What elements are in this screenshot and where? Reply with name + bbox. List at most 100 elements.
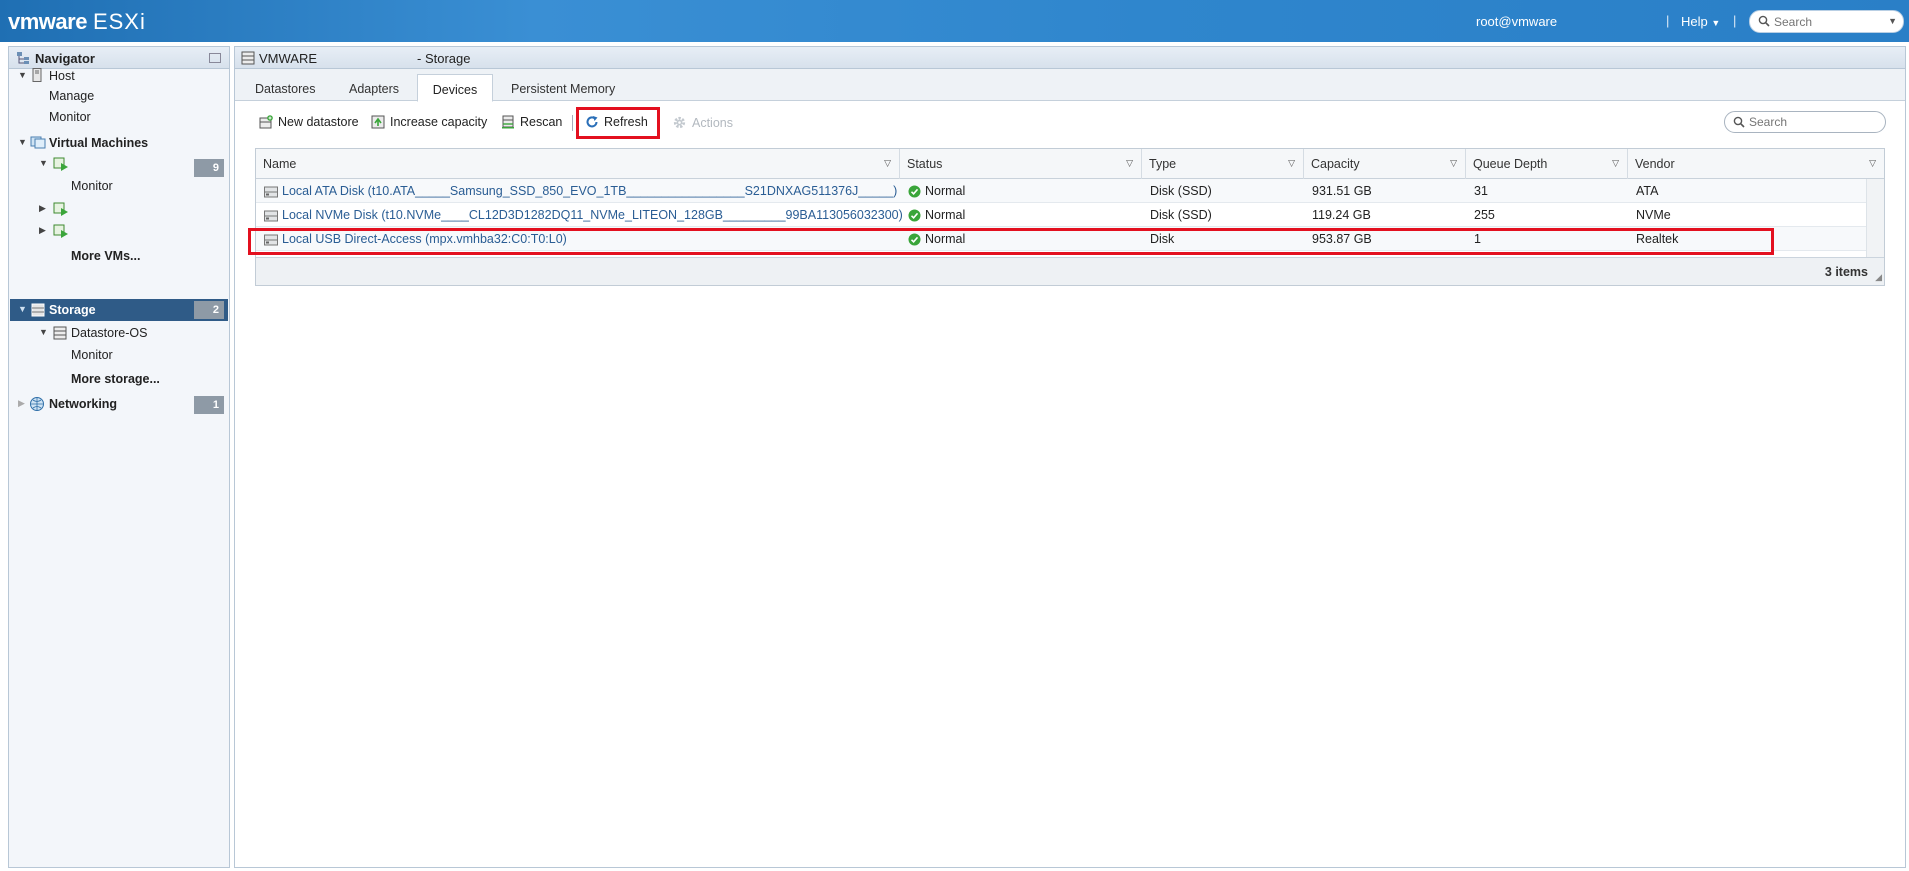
collapsed-triangle-icon[interactable]: ▶ [18,398,25,409]
nav-vm-item[interactable]: ▶ [9,220,229,242]
devices-table: Name ▽ Status ▽ Type ▽ Capacity ▽ Queue Dept… [255,148,1885,286]
vm-powered-on-icon [53,157,68,171]
new-datastore-button[interactable]: New datastore [259,115,359,129]
column-header-status[interactable]: Status ▽ [900,149,1142,179]
rescan-button[interactable]: Rescan [501,115,562,129]
page-title: - Storage [417,51,471,66]
table-search-input[interactable] [1747,114,1877,130]
tab-devices[interactable]: Devices [417,74,493,102]
expand-triangle-icon[interactable]: ▼ [18,304,27,314]
separator: | [1666,13,1670,28]
device-status: Normal [908,184,965,198]
networking-count-badge: 1 [194,396,224,414]
vms-icon [30,136,46,149]
disk-icon [264,186,278,198]
device-name[interactable]: Local NVMe Disk (t10.NVMe____CL12D3D1282… [264,208,903,222]
actions-button[interactable]: Actions [672,115,733,130]
disk-icon [264,210,278,222]
table-footer: 3 items ◢ [256,257,1884,285]
rescan-icon [502,115,514,129]
toolbar-separator [572,115,573,131]
chevron-down-icon[interactable]: ▽ [1612,158,1619,169]
nav-virtual-machines[interactable]: ▼ Virtual Machines [9,132,229,154]
search-icon [1733,116,1745,128]
device-vendor: ATA [1636,184,1659,198]
refresh-highlight-box [576,107,660,139]
vertical-scrollbar[interactable] [1866,179,1884,257]
new-datastore-icon [259,115,273,129]
table-row[interactable]: Local ATA Disk (t10.ATA_____Samsung_SSD_… [256,179,1866,203]
column-header-name[interactable]: Name ▽ [256,149,900,179]
column-header-capacity[interactable]: Capacity ▽ [1304,149,1466,179]
increase-capacity-icon [371,115,385,129]
device-vendor: NVMe [1636,208,1671,222]
datastore-icon [53,326,67,340]
vm-powered-on-icon [53,224,68,238]
gear-icon [673,116,686,129]
toolbar: New datastore Increase capacity Rescan R… [235,103,1905,139]
device-type: Disk (SSD) [1150,184,1212,198]
expand-triangle-icon[interactable]: ▶ [39,225,46,236]
chevron-down-icon[interactable]: ▽ [1450,158,1457,169]
chevron-down-icon[interactable]: ▽ [1126,158,1133,169]
main-header: VMWARE - Storage [235,47,1905,69]
storage-icon [241,51,255,65]
search-icon [1758,15,1770,27]
help-menu[interactable]: Help ▼ [1681,14,1720,29]
table-row[interactable]: Local NVMe Disk (t10.NVMe____CL12D3D1282… [256,203,1866,227]
nav-vm-item[interactable]: ▶ [9,198,229,220]
chevron-down-icon[interactable]: ▽ [1869,158,1876,169]
table-header: Name ▽ Status ▽ Type ▽ Capacity ▽ Queue Dept… [256,149,1884,179]
chevron-down-icon[interactable]: ▽ [884,158,891,169]
global-search-input[interactable] [1772,13,1882,30]
vmware-logo: vmware ESXi [8,9,146,34]
device-queue-depth: 31 [1474,184,1488,198]
storage-icon [31,303,45,317]
chevron-down-icon[interactable]: ▽ [1288,158,1295,169]
expand-triangle-icon[interactable]: ▼ [39,327,48,337]
column-header-queue-depth[interactable]: Queue Depth ▽ [1466,149,1628,179]
networking-icon [30,397,44,411]
global-search[interactable]: ▼ [1749,10,1904,33]
column-header-type[interactable]: Type ▽ [1142,149,1304,179]
device-type: Disk (SSD) [1150,208,1212,222]
status-normal-icon [908,185,921,198]
caret-down-icon: ▼ [1711,18,1721,28]
main-panel: VMWARE - Storage Datastores Adapters Dev… [234,46,1906,868]
host-name: VMWARE [259,51,318,66]
expand-triangle-icon[interactable]: ▼ [18,70,27,80]
nav-host[interactable]: ▼ Host [9,65,229,87]
device-name[interactable]: Local ATA Disk (t10.ATA_____Samsung_SSD_… [264,184,897,198]
increase-capacity-button[interactable]: Increase capacity [371,115,487,129]
vm-powered-on-icon [53,202,68,216]
device-queue-depth: 255 [1474,208,1495,222]
collapse-navigator-icon[interactable] [209,53,221,63]
separator: | [1733,13,1737,28]
expand-triangle-icon[interactable]: ▼ [39,158,48,168]
expand-triangle-icon[interactable]: ▼ [18,137,27,147]
storage-count-badge: 2 [194,301,224,319]
device-capacity: 119.24 GB [1312,208,1371,222]
navigator-icon [17,52,29,64]
status-normal-icon [908,209,921,222]
expand-triangle-icon[interactable]: ▶ [39,203,46,214]
table-search[interactable] [1724,111,1886,133]
item-count: 3 items [1824,265,1868,279]
column-header-vendor[interactable]: Vendor ▽ [1628,149,1884,179]
nav-vm-item[interactable]: ▼ [9,153,229,175]
tab-persistent-memory[interactable]: Persistent Memory [511,77,615,101]
navigator-panel: Navigator ▼ Host Manage Monitor ▼ Virtua… [8,46,230,868]
tab-adapters[interactable]: Adapters [349,77,399,101]
caret-down-icon[interactable]: ▼ [1888,16,1897,26]
device-capacity: 931.51 GB [1312,184,1372,198]
host-icon [32,68,42,82]
usb-row-highlight-box [248,228,1774,255]
resize-handle-icon[interactable]: ◢ [1875,272,1882,283]
user-menu[interactable]: root@vmware [1476,14,1557,29]
tab-datastores[interactable]: Datastores [255,77,315,101]
navigator-title: Navigator [35,51,95,66]
top-bar: vmwareESXi root@vmware | Help ▼ | ▼ [0,0,1909,42]
tab-bar: Datastores Adapters Devices Persistent M… [235,69,1905,102]
nav-datastore-os[interactable]: ▼ Datastore-OS [9,322,229,344]
device-status: Normal [908,208,965,222]
